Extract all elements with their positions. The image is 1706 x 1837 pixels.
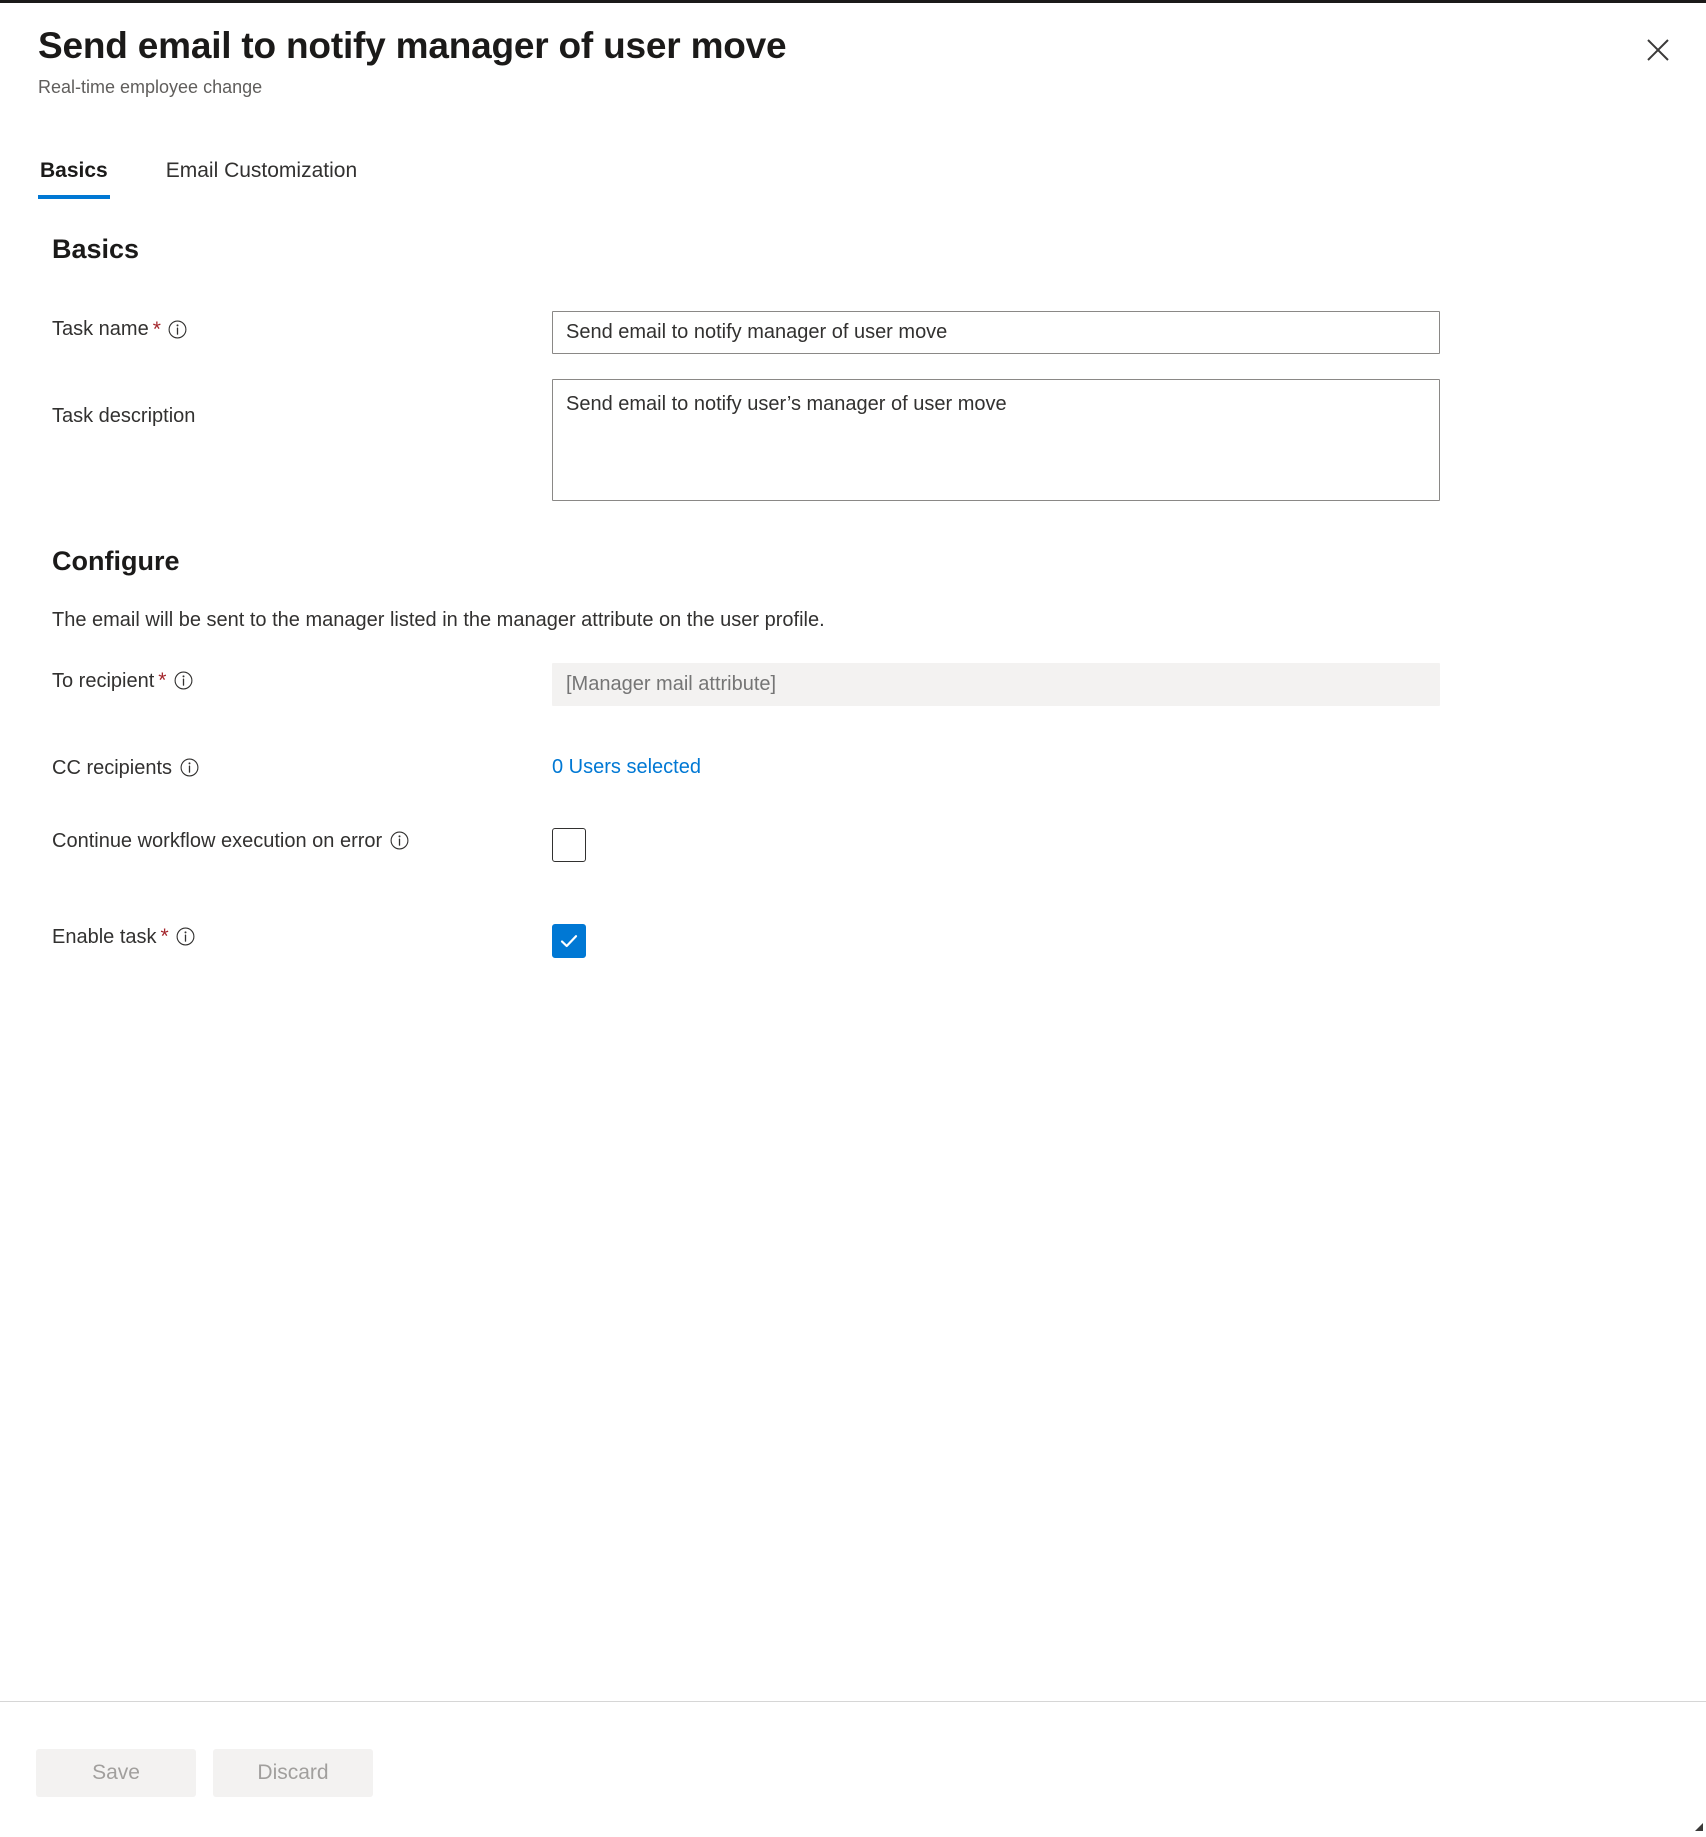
task-description-label: Task description: [52, 403, 195, 429]
discard-button[interactable]: Discard: [213, 1749, 373, 1797]
to-recipient-label: To recipient: [52, 668, 154, 694]
task-details-panel: Send email to notify manager of user mov…: [0, 3, 1706, 1834]
tab-basics[interactable]: Basics: [38, 158, 110, 199]
tab-email-customization[interactable]: Email Customization: [164, 158, 359, 199]
tab-list: Basics Email Customization: [38, 158, 359, 199]
form-row-task-description: Task description: [52, 379, 1706, 501]
continue-on-error-checkbox[interactable]: [552, 828, 586, 862]
save-button[interactable]: Save: [36, 1749, 196, 1797]
panel-content: Basics Task name * Task description: [0, 233, 1706, 958]
task-description-textarea[interactable]: [552, 379, 1440, 501]
info-icon[interactable]: [176, 927, 196, 947]
section-heading-configure: Configure: [52, 545, 1706, 577]
info-icon[interactable]: [173, 671, 193, 691]
cc-recipients-select-link[interactable]: 0 Users selected: [552, 750, 701, 780]
form-row-task-name: Task name *: [52, 311, 1706, 354]
cc-recipients-label: CC recipients: [52, 755, 172, 781]
task-name-input[interactable]: [552, 311, 1440, 354]
form-row-cc-recipients: CC recipients 0 Users selected: [52, 750, 1706, 781]
to-recipient-label-group: To recipient *: [52, 663, 552, 694]
close-button[interactable]: [1632, 26, 1684, 74]
form-row-continue-on-error: Continue workflow execution on error: [52, 828, 1706, 862]
form-row-enable-task: Enable task *: [52, 924, 1706, 958]
info-icon[interactable]: [168, 319, 188, 339]
footer-actions: Save Discard: [0, 1702, 1706, 1797]
continue-on-error-label: Continue workflow execution on error: [52, 828, 382, 854]
enable-task-checkbox[interactable]: [552, 924, 586, 958]
to-recipient-input: [552, 663, 1440, 706]
panel-header: Send email to notify manager of user mov…: [0, 3, 1706, 98]
enable-task-label-group: Enable task *: [52, 924, 552, 950]
task-name-required-marker: *: [153, 319, 161, 340]
info-icon[interactable]: [389, 831, 409, 851]
page-subtitle: Real-time employee change: [38, 77, 1706, 99]
enable-task-label: Enable task: [52, 924, 157, 950]
info-icon[interactable]: [179, 758, 199, 778]
task-name-label: Task name: [52, 316, 149, 342]
form-row-to-recipient: To recipient *: [52, 663, 1706, 706]
close-icon: [1645, 37, 1671, 63]
page-title: Send email to notify manager of user mov…: [38, 25, 1706, 68]
section-heading-basics: Basics: [52, 233, 1706, 265]
to-recipient-required-marker: *: [158, 670, 166, 691]
continue-on-error-label-group: Continue workflow execution on error: [52, 828, 552, 854]
panel-footer: Save Discard: [0, 1701, 1706, 1834]
task-description-label-group: Task description: [52, 379, 552, 429]
cc-recipients-label-group: CC recipients: [52, 750, 552, 781]
task-name-label-group: Task name *: [52, 311, 552, 342]
resize-grip-icon[interactable]: [1690, 1818, 1704, 1832]
enable-task-required-marker: *: [161, 926, 169, 947]
checkmark-icon: [558, 930, 580, 952]
configure-description: The email will be sent to the manager li…: [52, 607, 1706, 634]
